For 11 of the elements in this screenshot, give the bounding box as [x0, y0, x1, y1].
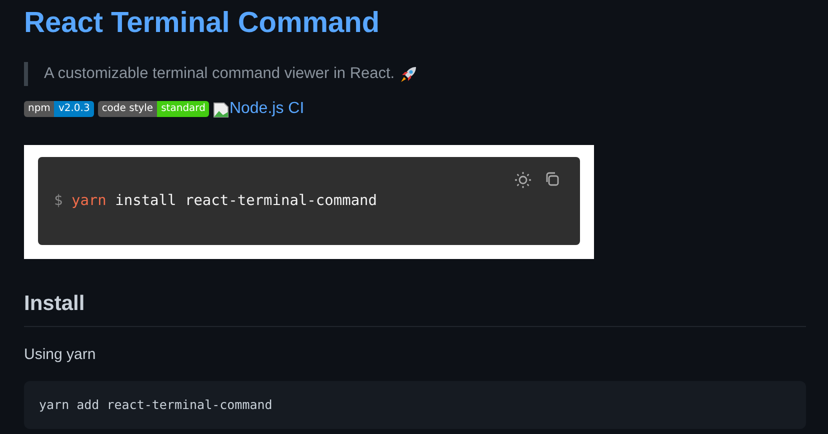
code-block: yarn add react-terminal-command: [24, 381, 806, 429]
copy-icon[interactable]: [544, 171, 560, 187]
broken-image-icon: [213, 102, 230, 118]
command-line: $ yarn install react-terminal-command: [54, 193, 378, 209]
page-title: React Terminal Command: [24, 6, 381, 40]
section-heading: Install: [24, 290, 806, 327]
rocket-icon: [398, 64, 419, 84]
image-link[interactable]: Node.js CI: [213, 100, 304, 118]
paragraph: Using yarn: [24, 345, 97, 365]
sun-icon[interactable]: [514, 171, 532, 189]
description: A customizable terminal command viewer in React.: [44, 65, 395, 83]
